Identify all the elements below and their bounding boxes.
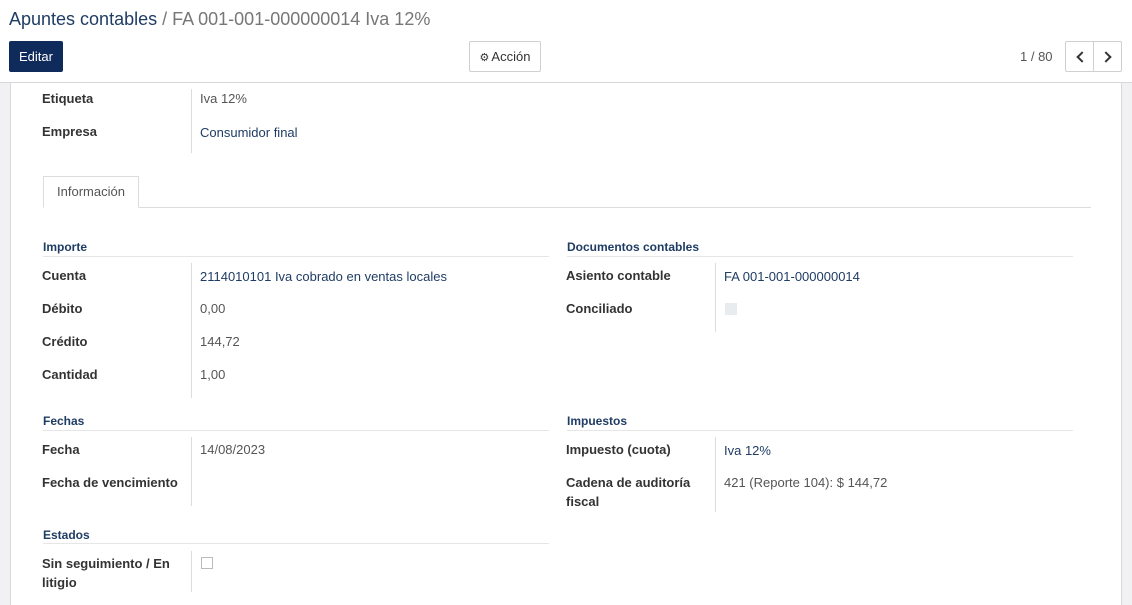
- conciliado-checkbox: [725, 303, 737, 315]
- chevron-left-icon: [1075, 50, 1088, 63]
- section-divider: [567, 256, 1073, 257]
- fechas-section-title: Fechas: [43, 414, 85, 428]
- field-separator: [191, 89, 192, 153]
- debito-label: Débito: [42, 301, 83, 316]
- empresa-link[interactable]: Consumidor final: [200, 123, 298, 142]
- breadcrumb-current: FA 001-001-000000014 Iva 12%: [172, 9, 431, 29]
- cuenta-label: Cuenta: [42, 268, 87, 283]
- impuesto-link[interactable]: Iva 12%: [724, 441, 771, 460]
- cadena-value: 421 (Reporte 104): $ 144,72: [724, 475, 888, 490]
- tab-informacion[interactable]: Información: [43, 176, 139, 208]
- fecha-value: 14/08/2023: [200, 442, 266, 457]
- seguimiento-checkbox[interactable]: [201, 557, 213, 569]
- cadena-label-line-2: fiscal: [566, 494, 600, 509]
- credito-value: 144,72: [200, 334, 240, 349]
- asiento-label: Asiento contable: [566, 268, 671, 283]
- vencimiento-label: Fecha de vencimiento: [42, 475, 178, 490]
- debito-value: 0,00: [200, 301, 226, 316]
- field-separator: [191, 263, 192, 398]
- field-separator: [191, 551, 192, 592]
- field-separator: [715, 437, 716, 512]
- section-divider: [43, 543, 549, 544]
- breadcrumb-parent-link[interactable]: Apuntes contables: [9, 9, 157, 29]
- etiqueta-value: Iva 12%: [200, 91, 247, 106]
- impuestos-section-title: Impuestos: [567, 414, 628, 428]
- chevron-right-icon: [1099, 50, 1112, 63]
- field-separator: [191, 437, 192, 506]
- etiqueta-label: Etiqueta: [42, 91, 94, 106]
- breadcrumb-separator: /: [157, 9, 173, 29]
- asiento-link[interactable]: FA 001-001-000000014: [724, 267, 860, 286]
- tabs-divider: [43, 207, 1091, 208]
- pager-previous-button[interactable]: [1065, 41, 1094, 72]
- edit-button[interactable]: Editar: [9, 41, 63, 72]
- seguimiento-label-line-1: Sin seguimiento / En: [42, 556, 170, 571]
- form-sheet: Etiqueta Iva 12% Empresa Consumidor fina…: [10, 83, 1122, 605]
- fecha-label: Fecha: [42, 442, 80, 457]
- action-button[interactable]: ⚙ Acción: [469, 41, 541, 72]
- pager-value[interactable]: 1 / 80: [1020, 49, 1053, 64]
- seguimiento-label-line-2: litigio: [42, 575, 77, 590]
- breadcrumb: Apuntes contables / FA 001-001-000000014…: [9, 9, 430, 30]
- field-separator: [715, 263, 716, 332]
- impuesto-label: Impuesto (cuota): [566, 442, 671, 457]
- section-divider: [567, 430, 1073, 431]
- pager-next-button[interactable]: [1093, 41, 1122, 72]
- gear-icon: ⚙: [479, 52, 490, 64]
- section-divider: [43, 430, 549, 431]
- empresa-label: Empresa: [42, 124, 97, 139]
- action-button-label: Acción: [491, 49, 531, 64]
- section-divider: [43, 256, 549, 257]
- cadena-label-line-1: Cadena de auditoría: [566, 475, 691, 490]
- documentos-section-title: Documentos contables: [567, 240, 700, 254]
- estados-section-title: Estados: [43, 528, 90, 542]
- control-panel: Apuntes contables / FA 001-001-000000014…: [0, 0, 1132, 83]
- credito-label: Crédito: [42, 334, 88, 349]
- conciliado-label: Conciliado: [566, 301, 633, 316]
- cantidad-label: Cantidad: [42, 367, 98, 382]
- importe-section-title: Importe: [43, 240, 88, 254]
- cantidad-value: 1,00: [200, 367, 226, 382]
- cuenta-link[interactable]: 2114010101 Iva cobrado en ventas locales: [200, 267, 447, 286]
